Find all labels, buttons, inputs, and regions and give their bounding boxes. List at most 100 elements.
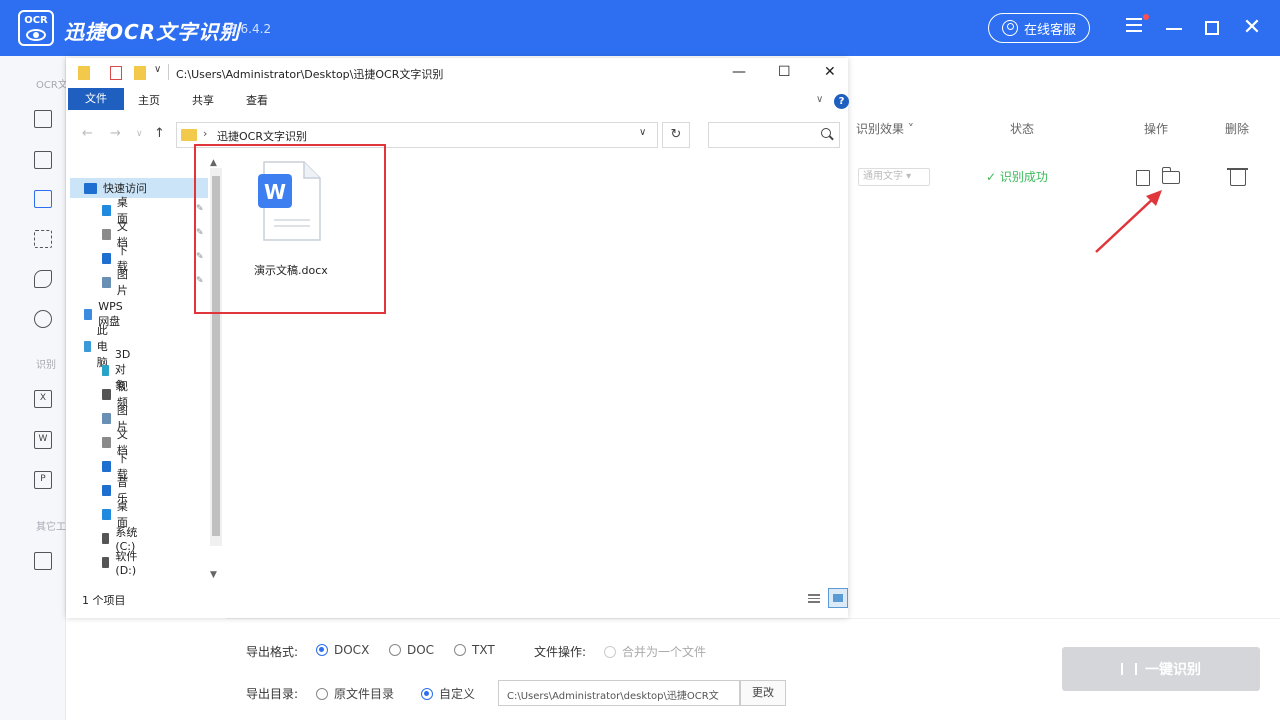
column-header-status: 状态 [1010, 122, 1035, 136]
new-folder-icon[interactable] [134, 66, 146, 80]
format-doc-radio[interactable]: DOC [389, 643, 434, 657]
nav-item[interactable]: 音乐 [102, 476, 132, 505]
ppt-icon[interactable]: P [34, 471, 52, 489]
word-badge: W [264, 180, 286, 204]
this-pc-icon [84, 340, 91, 352]
breadcrumb-current[interactable]: 迅捷OCR文字识别 [217, 128, 307, 144]
music-icon [102, 484, 111, 496]
ribbon-tab-view[interactable]: 查看 [246, 92, 268, 108]
file-name: 演示文稿.docx [254, 264, 328, 277]
nav-item[interactable]: 视频 [102, 380, 132, 409]
nav-item[interactable]: WPS网盘 [84, 300, 128, 328]
minimize-button[interactable] [1160, 14, 1188, 42]
format-txt-radio[interactable]: TXT [454, 643, 495, 657]
properties-icon[interactable] [110, 66, 122, 80]
change-dir-button[interactable]: 更改 [740, 680, 786, 706]
table-icon[interactable] [34, 552, 52, 570]
drive-d-icon [102, 556, 110, 568]
sidebar-section-ocr: OCR文 [36, 80, 68, 91]
close-button[interactable]: ✕ [1238, 14, 1266, 42]
merge-file-radio[interactable]: 合并为一个文件 [604, 643, 706, 660]
app-sidebar [0, 56, 66, 720]
scan-icon [1121, 663, 1137, 675]
explorer-maximize-button[interactable]: ☐ [778, 64, 791, 80]
address-dropdown-icon[interactable]: ∨ [639, 127, 646, 138]
column-header-effect[interactable]: 识别效果 ˅ [856, 120, 914, 137]
details-view-icon[interactable] [808, 592, 824, 606]
delete-icon[interactable] [1227, 168, 1248, 186]
app-logo: OCR [18, 10, 54, 46]
nav-item[interactable]: 桌面 [102, 500, 132, 529]
pictures-icon [102, 412, 111, 424]
open-folder-icon[interactable] [1161, 167, 1180, 184]
expand-ribbon-icon[interactable]: ∨ [816, 94, 823, 105]
nav-item[interactable]: 图片 [102, 268, 132, 297]
crop-icon[interactable] [34, 230, 52, 248]
export-path-input[interactable]: C:\Users\Administrator\desktop\迅捷OCR文 [498, 680, 740, 706]
nav-item[interactable]: 桌面 [102, 196, 132, 225]
videos-icon [102, 388, 111, 400]
nav-item[interactable]: 文档 [102, 428, 132, 457]
pdf-image-icon[interactable] [34, 190, 52, 208]
status-success: ✓ 识别成功 [986, 170, 1048, 184]
nav-item[interactable]: 软件 (D:) [102, 550, 142, 577]
nav-item[interactable]: 系统 (C:) [102, 526, 141, 553]
back-icon[interactable]: ← [82, 126, 93, 141]
ribbon-tab-share[interactable]: 共享 [192, 92, 214, 108]
recent-chevron-icon[interactable]: ∨ [136, 129, 143, 139]
excel-icon[interactable]: X [34, 390, 52, 408]
column-header-action: 操作 [1144, 122, 1169, 136]
nav-item-label: 软件 (D:) [115, 549, 138, 577]
view-result-icon[interactable] [1136, 170, 1150, 186]
word-doc-icon: W [258, 161, 321, 241]
up-icon[interactable]: ↑ [154, 126, 165, 141]
item-count: 1 个项目 [82, 594, 126, 607]
quick-access-chevron-icon[interactable]: ∨ [154, 64, 161, 75]
refresh-button[interactable]: ↻ [662, 122, 690, 148]
explorer-title: C:\Users\Administrator\Desktop\迅捷OCR文字识别 [176, 68, 444, 81]
maximize-button[interactable] [1198, 14, 1226, 42]
dir-original-radio[interactable]: 原文件目录 [316, 685, 394, 702]
dir-custom-radio[interactable]: 自定义 [421, 685, 475, 702]
nav-item[interactable]: 此电脑 [84, 324, 114, 369]
word-icon[interactable]: W [34, 431, 52, 449]
format-docx-radio[interactable]: DOCX [316, 643, 369, 657]
app-version: v8.6.4.2 [222, 22, 272, 36]
search-input[interactable] [708, 122, 840, 148]
explorer-minimize-button[interactable]: — [732, 64, 746, 80]
file-item[interactable]: W 演示文稿.docx [194, 144, 328, 277]
nav-item[interactable]: 下载 [102, 452, 132, 481]
batch-icon[interactable] [34, 151, 52, 169]
app-title: 迅捷OCR文字识别 [64, 20, 241, 44]
recognize-button[interactable]: 一键识别 [1062, 647, 1260, 691]
explorer-ribbon: 文件 主页 共享 查看 [66, 88, 848, 112]
sidebar-section-other: 其它工 [36, 522, 66, 533]
export-format-label: 导出格式: [246, 645, 299, 659]
help-icon[interactable]: ? [834, 94, 849, 109]
image-ocr-icon[interactable] [34, 110, 52, 128]
pictures-icon [102, 276, 111, 288]
online-support-button[interactable]: 在线客服 [988, 13, 1090, 43]
nav-item-label: 图片 [116, 268, 128, 297]
3d-objects-icon [102, 364, 109, 376]
download-icon [102, 252, 111, 264]
folder-icon [181, 129, 197, 141]
handwriting-icon[interactable] [34, 270, 52, 288]
recognition-effect-select[interactable]: 通用文字 ▾ [858, 168, 930, 186]
forward-icon[interactable]: → [110, 126, 121, 141]
translate-icon[interactable] [34, 310, 52, 328]
drive-c-icon [102, 532, 110, 544]
ribbon-tab-file[interactable]: 文件 [68, 88, 124, 110]
breadcrumb-chevron-icon[interactable]: › [203, 127, 207, 140]
wps-cloud-icon [84, 308, 93, 320]
nav-item[interactable]: 快速访问 [70, 178, 208, 198]
nav-item[interactable]: 下载 [102, 244, 132, 273]
nav-item[interactable]: 文档 [102, 220, 132, 249]
ribbon-tab-home[interactable]: 主页 [138, 92, 160, 108]
nav-item[interactable]: 图片 [102, 404, 132, 433]
file-op-label: 文件操作: [534, 645, 587, 659]
nav-item[interactable]: 3D 对象 [102, 348, 136, 392]
explorer-close-button[interactable]: ✕ [824, 64, 836, 80]
large-icons-view-icon[interactable] [828, 588, 848, 608]
export-dir-label: 导出目录: [246, 687, 299, 701]
